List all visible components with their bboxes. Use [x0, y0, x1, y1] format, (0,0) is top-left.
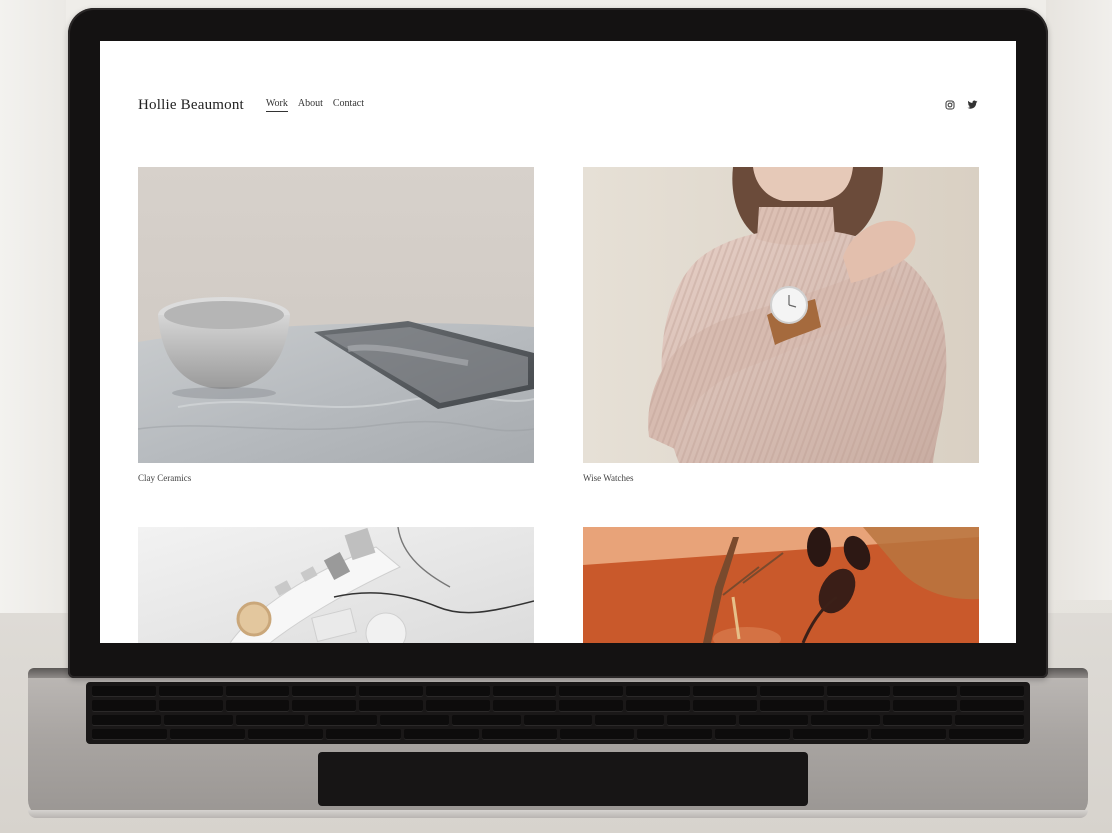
keyboard-key — [559, 686, 624, 698]
keyboard-key — [92, 728, 167, 740]
keyboard-key — [667, 714, 737, 726]
keyboard-key — [739, 714, 809, 726]
keyboard-key — [325, 728, 401, 740]
keyboard-key — [523, 714, 593, 726]
keyboard-key — [871, 728, 947, 740]
social-links — [945, 100, 978, 110]
tech-accessories-photo — [138, 527, 534, 643]
nav-item-about[interactable]: About — [298, 98, 323, 112]
keyboard-key — [826, 686, 891, 698]
laptop-keyboard — [86, 682, 1030, 744]
gallery-caption[interactable]: Clay Ceramics — [138, 473, 191, 483]
laptop-base-front — [28, 810, 1088, 818]
keyboard-key — [451, 714, 521, 726]
keyboard-key — [425, 700, 490, 712]
keyboard-key — [893, 700, 958, 712]
nav-item-contact[interactable]: Contact — [333, 98, 364, 112]
keyboard-key — [492, 700, 557, 712]
keyboard-key — [559, 700, 624, 712]
keyboard-key — [759, 700, 824, 712]
keyboard-key — [169, 728, 245, 740]
keyboard-key — [559, 728, 635, 740]
gallery-caption[interactable]: Wise Watches — [583, 473, 633, 483]
instagram-icon[interactable] — [945, 100, 955, 110]
keyboard-row — [92, 700, 1024, 712]
keyboard-key — [693, 686, 757, 698]
keyboard-key — [883, 714, 953, 726]
keyboard-row — [92, 728, 1025, 740]
twitter-icon[interactable] — [967, 100, 978, 110]
nav-item-work[interactable]: Work — [265, 98, 288, 112]
keyboard-key — [893, 686, 958, 698]
keyboard-key — [595, 714, 665, 726]
keyboard-key — [826, 700, 891, 712]
gallery-item-bowl-and-tray-photo[interactable] — [138, 167, 534, 463]
keyboard-key — [793, 728, 869, 740]
keyboard-key — [225, 700, 290, 712]
keyboard-row — [92, 714, 1024, 726]
orange-still-life-photo — [583, 527, 979, 643]
bowl-and-tray-photo — [138, 167, 534, 463]
keyboard-key — [626, 686, 691, 698]
keyboard-key — [307, 714, 377, 726]
keyboard-key — [247, 728, 323, 740]
keyboard-key — [92, 700, 156, 712]
keyboard-key — [292, 700, 357, 712]
woman-with-watch-photo — [583, 167, 979, 463]
keyboard-key — [225, 686, 290, 698]
keyboard-key — [960, 700, 1024, 712]
keyboard-key — [759, 686, 824, 698]
keyboard-key — [715, 728, 791, 740]
keyboard-key — [359, 686, 423, 698]
keyboard-key — [637, 728, 713, 740]
keyboard-key — [92, 686, 156, 698]
background-wall-left — [0, 0, 66, 640]
gallery-item-orange-still-life-photo[interactable] — [583, 527, 979, 643]
keyboard-key — [425, 686, 490, 698]
scene: Hollie Beaumont Work About Contact Clay … — [0, 0, 1112, 833]
keyboard-key — [955, 714, 1024, 726]
keyboard-key — [158, 686, 223, 698]
keyboard-key — [481, 728, 557, 740]
keyboard-key — [235, 714, 305, 726]
keyboard-key — [359, 700, 423, 712]
site-nav: Work About Contact — [265, 98, 364, 112]
keyboard-row — [92, 686, 1024, 698]
laptop-base — [28, 668, 1088, 818]
keyboard-key — [158, 700, 223, 712]
keyboard-key — [163, 714, 233, 726]
keyboard-key — [811, 714, 881, 726]
keyboard-key — [292, 686, 357, 698]
gallery-item-woman-with-watch-photo[interactable] — [583, 167, 979, 463]
keyboard-key — [492, 686, 557, 698]
background-wall-right — [1046, 0, 1112, 600]
laptop-screen: Hollie Beaumont Work About Contact Clay … — [100, 41, 1016, 643]
keyboard-key — [693, 700, 757, 712]
keyboard-key — [949, 728, 1025, 740]
keyboard-key — [92, 714, 161, 726]
site-header: Hollie Beaumont Work About Contact — [138, 93, 978, 117]
keyboard-key — [626, 700, 691, 712]
site-brand[interactable]: Hollie Beaumont — [138, 97, 244, 114]
keyboard-key — [960, 686, 1024, 698]
keyboard-key — [403, 728, 479, 740]
gallery-item-tech-accessories-photo[interactable] — [138, 527, 534, 643]
keyboard-key — [379, 714, 449, 726]
laptop-trackpad — [318, 752, 808, 806]
